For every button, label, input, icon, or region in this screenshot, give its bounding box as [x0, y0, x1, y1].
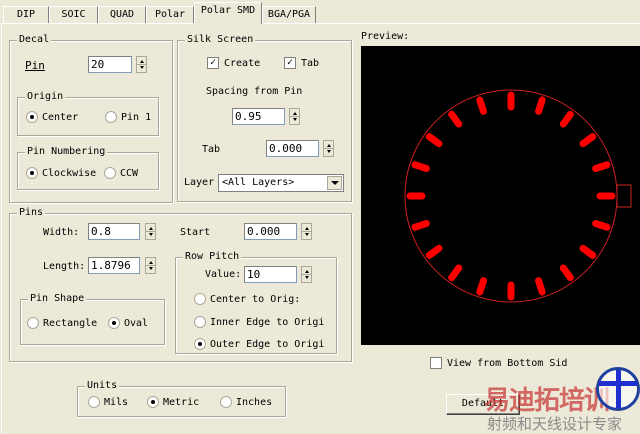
radio-selected-icon	[108, 317, 120, 329]
radio-selected-icon	[26, 111, 38, 123]
length-input[interactable]: 1.8796	[88, 257, 140, 274]
row-pitch-spinner[interactable]	[301, 266, 312, 283]
tab-soic[interactable]: SOIC	[49, 6, 98, 24]
tab-checkbox[interactable]: ✓ Tab	[284, 57, 319, 69]
row-pitch-title: Row Pitch	[183, 251, 242, 263]
radio-icon	[27, 317, 39, 329]
radio-selected-icon	[194, 338, 206, 350]
inner-edge-label: Inner Edge to Origi	[210, 316, 325, 328]
pin-count-spinner[interactable]	[136, 56, 147, 73]
row-pitch-value-label: Value:	[205, 269, 242, 280]
checkmark-icon: ✓	[207, 57, 219, 69]
tab-size-label: Tab	[202, 144, 221, 155]
metric-radio[interactable]: Metric	[147, 396, 199, 408]
spacing-spinner[interactable]	[289, 108, 300, 125]
pin-pad	[592, 220, 611, 231]
start-input[interactable]: 0.000	[244, 223, 297, 240]
pin-pad	[476, 96, 487, 115]
width-label: Width:	[43, 227, 80, 238]
outer-edge-label: Outer Edge to Origi	[210, 338, 325, 350]
pin-pad	[535, 96, 546, 115]
oval-radio[interactable]: Oval	[108, 317, 148, 329]
layer-label: Layer	[184, 177, 215, 188]
pin-pad	[411, 161, 430, 172]
pin-pad	[535, 277, 546, 296]
tab-polar[interactable]: Polar	[146, 6, 194, 24]
view-from-bottom-checkbox[interactable]: View from Bottom Sid	[430, 357, 567, 369]
spacing-input[interactable]: 0.95	[232, 108, 285, 125]
origin-center-radio[interactable]: Center	[26, 111, 78, 123]
checkmark-icon: ✓	[284, 57, 296, 69]
radio-icon	[194, 293, 206, 305]
radio-icon	[104, 167, 116, 179]
outer-edge-radio[interactable]: Outer Edge to Origi	[194, 338, 324, 350]
pin-label-text: Pin	[25, 59, 45, 72]
create-checkbox[interactable]: ✓ Create	[207, 57, 260, 69]
pins-title: Pins	[17, 207, 46, 219]
silk-screen-title: Silk Screen	[185, 34, 256, 46]
pin-numbering-title: Pin Numbering	[25, 146, 108, 158]
layer-select[interactable]: <All Layers>	[218, 174, 344, 192]
mils-radio[interactable]: Mils	[88, 396, 128, 408]
radio-selected-icon	[26, 167, 38, 179]
radio-icon	[220, 396, 232, 408]
pin-pad	[411, 220, 430, 231]
radio-icon	[88, 396, 100, 408]
chevron-down-icon[interactable]	[327, 176, 342, 190]
mils-label: Mils	[104, 396, 129, 408]
length-spinner[interactable]	[145, 257, 156, 274]
tab-dip[interactable]: DIP	[3, 6, 49, 24]
watermark-logo: 易迪拓培训	[484, 386, 610, 416]
center-to-origin-radio[interactable]: Center to Orig:	[194, 293, 300, 305]
origin-pin1-label: Pin 1	[121, 111, 152, 123]
preview-canvas	[361, 46, 640, 345]
layer-value: <All Layers>	[222, 177, 295, 188]
watermark-subtitle: 射频和天线设计专家	[487, 415, 623, 433]
oval-label: Oval	[124, 317, 149, 329]
start-spinner[interactable]	[301, 223, 312, 240]
rectangle-radio[interactable]: Rectangle	[27, 317, 97, 329]
ccw-radio[interactable]: CCW	[104, 167, 138, 179]
start-label: Start	[180, 227, 211, 238]
center-to-origin-label: Center to Orig:	[210, 293, 301, 305]
tab-polar-smd[interactable]: Polar SMD	[194, 2, 262, 24]
ccw-label: CCW	[120, 167, 139, 179]
radio-selected-icon	[147, 396, 159, 408]
width-spinner[interactable]	[145, 223, 156, 240]
pin-label: Pin	[25, 59, 45, 72]
inches-radio[interactable]: Inches	[220, 396, 272, 408]
pin-count-input[interactable]: 20	[88, 56, 132, 73]
tab-size-input[interactable]: 0.000	[266, 140, 319, 157]
rectangle-label: Rectangle	[43, 317, 98, 329]
radio-icon	[105, 111, 117, 123]
decal-title: Decal	[17, 34, 52, 46]
pin-shape-title: Pin Shape	[28, 293, 87, 305]
tab-size-spinner[interactable]	[323, 140, 334, 157]
clockwise-label: Clockwise	[42, 167, 97, 179]
length-label: Length:	[43, 261, 86, 272]
tab-bga-pga[interactable]: BGA/PGA	[262, 6, 316, 24]
inches-label: Inches	[236, 396, 273, 408]
radio-icon	[194, 316, 206, 328]
width-input[interactable]: 0.8	[88, 223, 140, 240]
clockwise-radio[interactable]: Clockwise	[26, 167, 96, 179]
watermark-emblem-icon	[596, 367, 640, 411]
metric-label: Metric	[163, 396, 200, 408]
origin-pin1-radio[interactable]: Pin 1	[105, 111, 151, 123]
tab-quad[interactable]: QUAD	[98, 6, 146, 24]
tab-checkbox-label: Tab	[301, 57, 320, 69]
units-title: Units	[85, 380, 120, 392]
origin-center-label: Center	[42, 111, 79, 123]
inner-edge-radio[interactable]: Inner Edge to Origi	[194, 316, 324, 328]
row-pitch-input[interactable]: 10	[244, 266, 297, 283]
view-from-bottom-label: View from Bottom Sid	[447, 357, 568, 369]
checkbox-icon	[430, 357, 442, 369]
origin-title: Origin	[25, 91, 66, 103]
spacing-label: Spacing from Pin	[206, 86, 303, 97]
pin-pad	[592, 161, 611, 172]
pin-pad	[476, 277, 487, 296]
preview-label: Preview:	[361, 31, 410, 42]
create-label: Create	[224, 57, 261, 69]
